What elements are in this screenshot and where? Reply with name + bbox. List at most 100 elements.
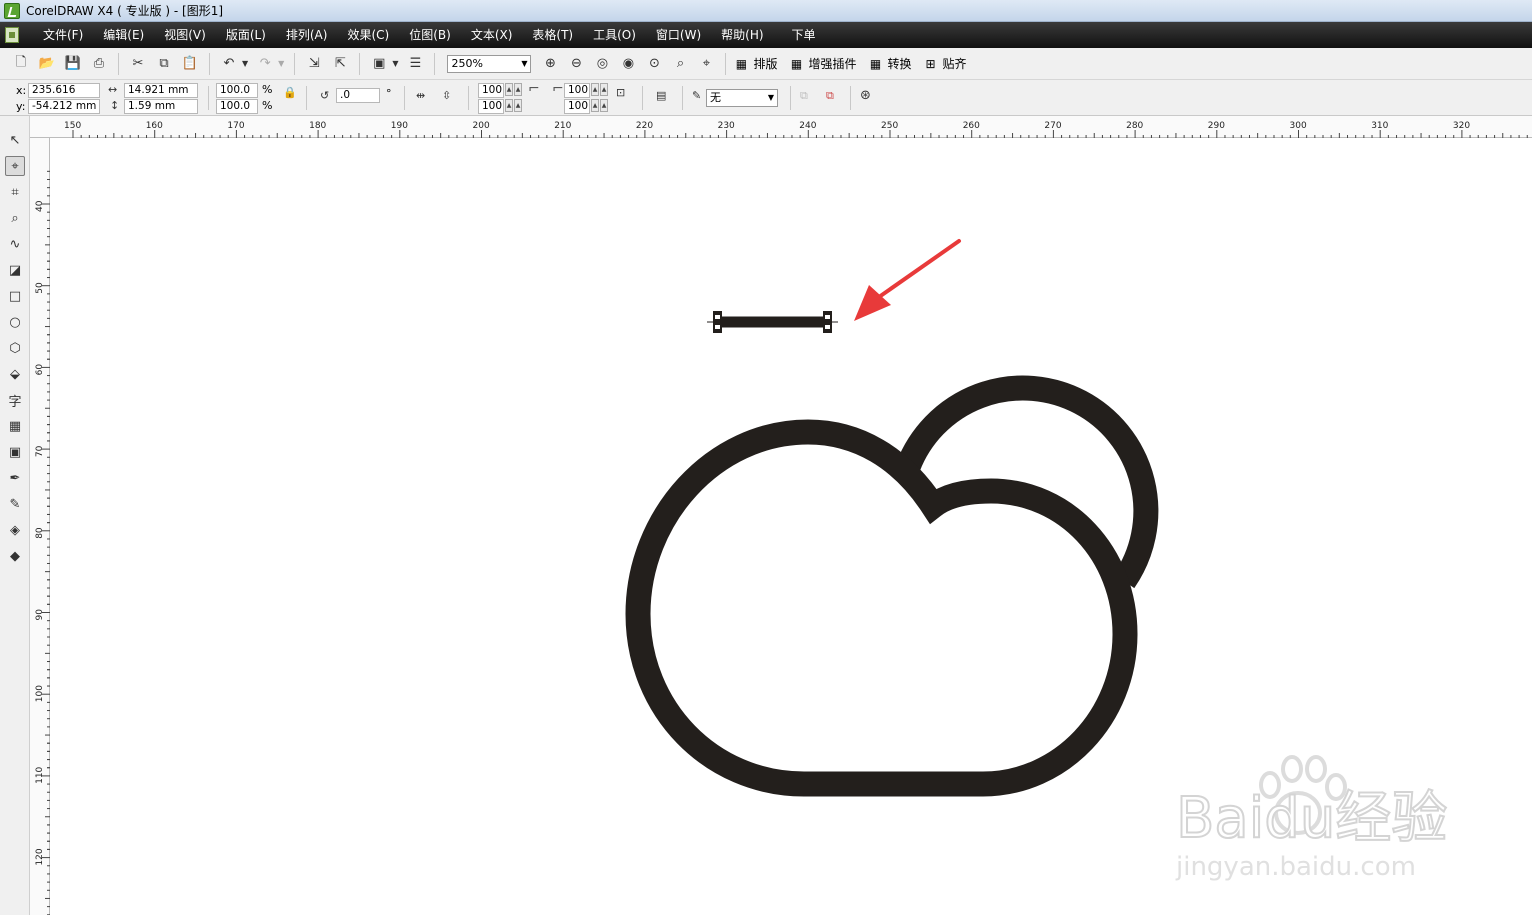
- height-icon: ↕: [110, 99, 120, 112]
- crop-tool-icon[interactable]: ⌗: [5, 182, 25, 202]
- zoom-all-icon[interactable]: ◉: [617, 53, 639, 75]
- plugin-zengqiang-button[interactable]: ▦ 增强插件: [787, 55, 857, 72]
- undo-dropdown-icon[interactable]: ▼: [242, 59, 248, 68]
- print-icon[interactable]: ⎙: [88, 53, 110, 75]
- ruler-v-label: 40: [35, 200, 45, 212]
- outline-tool-icon[interactable]: ✎: [5, 494, 25, 514]
- cut-icon[interactable]: ✂: [127, 53, 149, 75]
- scale-x-field[interactable]: 100.0: [216, 83, 258, 98]
- undo-icon[interactable]: ↶: [218, 53, 240, 75]
- x-position-field[interactable]: 235.616 mm: [28, 83, 100, 109]
- plugin-zhuanhuan-button[interactable]: ▦ 转换: [867, 55, 912, 72]
- vertical-ruler-svg: 40 50 60 70 80 90 100 110 120: [35, 170, 50, 915]
- rotation-angle-field[interactable]: .0: [336, 88, 380, 103]
- document-icon[interactable]: [5, 27, 19, 43]
- node-handle-left-top: [715, 315, 720, 319]
- application-launcher-icon[interactable]: ▣: [368, 53, 390, 75]
- vertical-ruler[interactable]: 40 50 60 70 80 90 100 110 120: [30, 138, 50, 915]
- baidu-watermark-svg: Baidu经验 jingyan.baidu.com: [1175, 755, 1448, 882]
- node-a1-spinner[interactable]: ▲: [505, 83, 513, 96]
- lock-ratio-icon[interactable]: 🔒: [283, 86, 297, 99]
- table-tool-icon[interactable]: ▦: [5, 416, 25, 436]
- menu-layout[interactable]: 版面(L): [216, 24, 276, 46]
- scale-y-field[interactable]: 100.0: [216, 99, 258, 114]
- menu-file[interactable]: 文件(F): [33, 24, 93, 46]
- text-tool-icon[interactable]: 字: [5, 390, 25, 410]
- node-value-a1[interactable]: 100: [478, 83, 504, 98]
- node-b1-spinner-up[interactable]: ▲: [600, 83, 608, 96]
- plugin-icon: ▦: [790, 56, 803, 71]
- welcome-screen-icon[interactable]: ☰: [404, 53, 426, 75]
- interactive-blend-tool-icon[interactable]: ▣: [5, 442, 25, 462]
- y-position-field[interactable]: -54.212 mm: [28, 99, 100, 114]
- zoom-tool-icon[interactable]: ⌕: [5, 208, 25, 228]
- node-a1-spinner-up[interactable]: ▲: [514, 83, 522, 96]
- menu-help[interactable]: 帮助(H): [711, 24, 773, 46]
- menu-arrange[interactable]: 排列(A): [276, 24, 338, 46]
- node-value-a2[interactable]: 100: [478, 99, 504, 114]
- title-bar: CorelDRAW X4 ( 专业版 ) - [图形1]: [0, 0, 1532, 22]
- ruler-h-label: 250: [881, 121, 898, 131]
- rectangle-tool-icon[interactable]: □: [5, 286, 25, 306]
- menu-view[interactable]: 视图(V): [154, 24, 216, 46]
- paste-icon[interactable]: 📋: [179, 53, 201, 75]
- zoom-width-icon[interactable]: ⌕: [669, 53, 691, 75]
- freehand-tool-icon[interactable]: ∿: [5, 234, 25, 254]
- zoom-out-icon[interactable]: ⊖: [565, 53, 587, 75]
- new-file-icon[interactable]: 🗋: [10, 53, 32, 75]
- cloud-shape[interactable]: [625, 419, 1138, 797]
- import-icon[interactable]: ⇲: [303, 53, 325, 75]
- convert-to-curves-icon[interactable]: ⊛: [860, 88, 871, 103]
- lock-node-icon[interactable]: ⊡: [616, 86, 625, 99]
- export-icon[interactable]: ⇱: [329, 53, 351, 75]
- node-a2-spinner[interactable]: ▲: [505, 99, 513, 112]
- redo-icon[interactable]: ↷: [254, 53, 276, 75]
- mirror-vertical-icon[interactable]: ⇳: [442, 89, 451, 102]
- smart-fill-tool-icon[interactable]: ◪: [5, 260, 25, 280]
- interactive-fill-tool-icon[interactable]: ◆: [5, 546, 25, 566]
- node-b2-spinner-up[interactable]: ▲: [600, 99, 608, 112]
- fill-tool-icon[interactable]: ◈: [5, 520, 25, 540]
- menu-order[interactable]: 下单: [782, 24, 826, 46]
- menu-bitmaps[interactable]: 位图(B): [399, 24, 461, 46]
- mirror-horizontal-icon[interactable]: ⇹: [416, 89, 425, 102]
- eyedropper-tool-icon[interactable]: ✒: [5, 468, 25, 488]
- horizontal-ruler[interactable]: 150 160 170 180 190 200 210 220 230 240 250 260 270 2…: [30, 116, 1532, 138]
- menu-text[interactable]: 文本(X): [461, 24, 523, 46]
- node-value-b1[interactable]: 100: [564, 83, 590, 98]
- zoom-height-icon[interactable]: ⌖: [695, 53, 717, 75]
- shape-tool-icon[interactable]: ⌖: [5, 156, 25, 176]
- zoom-in-icon[interactable]: ⊕: [539, 53, 561, 75]
- watermark-url: jingyan.baidu.com: [1175, 852, 1416, 882]
- node-b1-spinner[interactable]: ▲: [591, 83, 599, 96]
- menu-tools[interactable]: 工具(O): [583, 24, 646, 46]
- menu-table[interactable]: 表格(T): [522, 24, 583, 46]
- polygon-tool-icon[interactable]: ⬡: [5, 338, 25, 358]
- node-value-b2[interactable]: 100: [564, 99, 590, 114]
- zoom-level-select[interactable]: 250%: [447, 54, 532, 73]
- menu-effects[interactable]: 效果(C): [337, 24, 399, 46]
- menu-edit[interactable]: 编辑(E): [93, 24, 154, 46]
- standard-toolbar: 🗋 📂 💾 ⎙ ✂ ⧉ 📋 ↶ ▼ ↷ ▼ ⇲ ⇱ ▣ ▼ ☰ 250% ⊕ ⊖…: [0, 48, 1532, 80]
- basic-shapes-tool-icon[interactable]: ⬙: [5, 364, 25, 384]
- launcher-dropdown-icon[interactable]: ▼: [392, 59, 398, 68]
- zoom-selected-icon[interactable]: ◎: [591, 53, 613, 75]
- plugin-paiban-button[interactable]: ▦ 排版: [732, 55, 778, 72]
- height-field[interactable]: 1.59 mm: [124, 99, 198, 114]
- outline-width-select[interactable]: 无: [706, 89, 778, 107]
- to-back-icon[interactable]: ⧉: [826, 89, 834, 103]
- width-field[interactable]: 14.921 mm: [124, 83, 198, 98]
- wrap-text-icon[interactable]: ▤: [656, 89, 666, 102]
- open-folder-icon[interactable]: 📂: [36, 53, 58, 75]
- to-front-icon[interactable]: ⧉: [800, 89, 808, 103]
- pick-tool-icon[interactable]: ↖: [5, 130, 25, 150]
- zoom-page-icon[interactable]: ⊙: [643, 53, 665, 75]
- plugin-tieqi-button[interactable]: ⊞ 贴齐: [922, 55, 966, 72]
- redo-dropdown-icon[interactable]: ▼: [278, 59, 284, 68]
- ellipse-tool-icon[interactable]: ○: [5, 312, 25, 332]
- menu-window[interactable]: 窗口(W): [646, 24, 711, 46]
- copy-icon[interactable]: ⧉: [153, 53, 175, 75]
- save-icon[interactable]: 💾: [62, 53, 84, 75]
- node-a2-spinner-up[interactable]: ▲: [514, 99, 522, 112]
- node-b2-spinner[interactable]: ▲: [591, 99, 599, 112]
